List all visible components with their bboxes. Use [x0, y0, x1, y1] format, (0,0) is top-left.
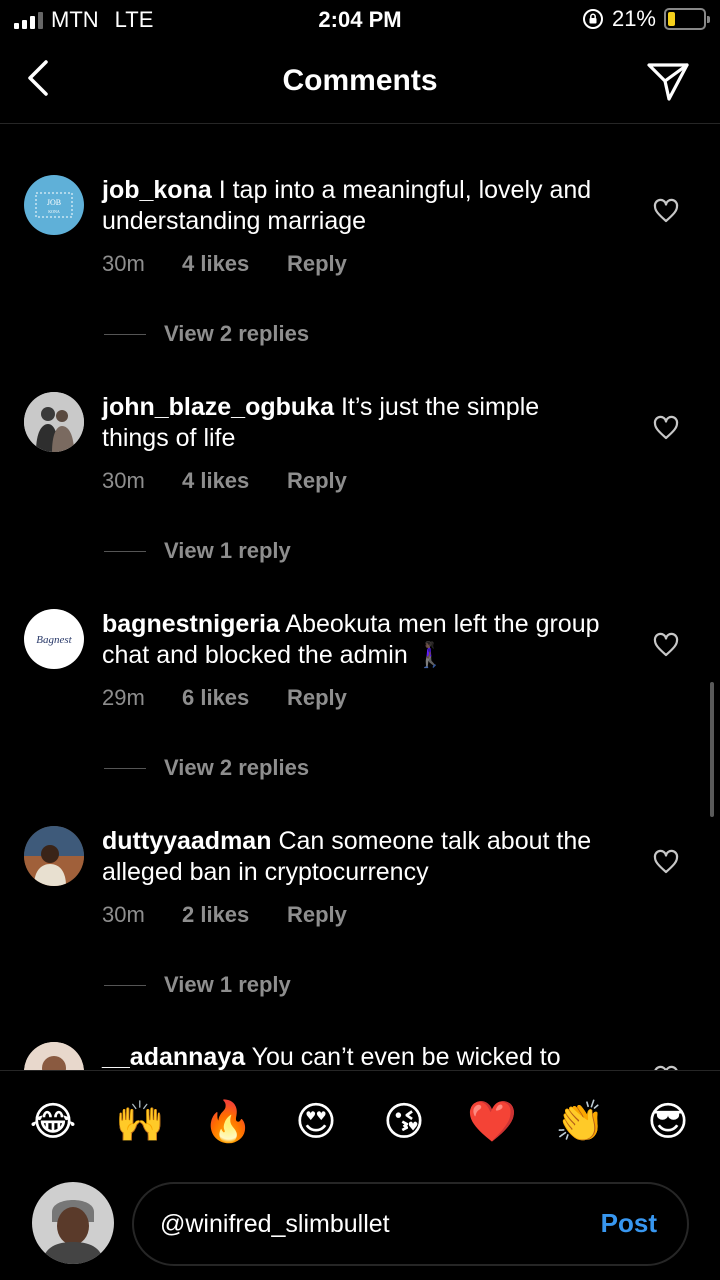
couple-photo — [24, 392, 84, 452]
profile-photo — [24, 1042, 84, 1070]
comment-meta: 29m 6 likes Reply — [102, 685, 347, 711]
profile-photo — [24, 826, 84, 886]
view-replies[interactable]: View 1 reply — [104, 538, 291, 564]
scrollbar[interactable] — [710, 682, 714, 817]
svg-text:KONA: KONA — [48, 209, 60, 214]
bagnest-logo: Bagnest — [36, 634, 72, 646]
comment-likes[interactable]: 2 likes — [182, 902, 287, 928]
comment-meta: 30m 2 likes Reply — [102, 902, 347, 928]
reply-button[interactable]: Reply — [287, 468, 347, 494]
comment-text: You can’t even be wicked to — [251, 1043, 561, 1070]
replies-divider — [104, 984, 146, 986]
replies-divider — [104, 767, 146, 769]
comment-item: __adannaya You can’t even be wicked to — [0, 1042, 720, 1070]
view-replies[interactable]: View 2 replies — [104, 755, 309, 781]
comment-username[interactable]: john_blaze_ogbuka — [102, 393, 334, 421]
emoji-button[interactable]: 😍 — [291, 1097, 341, 1147]
comment-time: 30m — [102, 251, 145, 276]
share-button[interactable] — [644, 56, 692, 104]
header: Comments — [0, 40, 720, 124]
battery-percent: 21% — [611, 6, 656, 31]
comment-item: Bagnest bagnestnigeria Abeokuta men left… — [0, 609, 720, 826]
comment-meta: 30m 4 likes Reply — [102, 251, 347, 277]
comment-likes[interactable]: 6 likes — [182, 685, 287, 711]
profile-photo — [32, 1182, 114, 1264]
paper-plane-icon — [647, 63, 689, 101]
comment-item: duttyyaadman Can someone talk about the … — [0, 826, 720, 1043]
status-bar: MTN LTE 2:04 PM 21% — [0, 0, 720, 40]
avatar[interactable]: Bagnest — [24, 609, 84, 669]
job-kona-logo: JOB KONA — [35, 192, 73, 218]
comment-likes[interactable]: 4 likes — [182, 468, 287, 494]
comment-username[interactable]: duttyyaadman — [102, 827, 271, 855]
like-heart-icon[interactable] — [652, 631, 680, 659]
view-replies-label: View 1 reply — [164, 538, 291, 563]
comment-time: 30m — [102, 902, 145, 927]
status-right: 21% — [582, 6, 710, 32]
avatar[interactable]: JOB KONA — [24, 175, 84, 235]
emoji-button[interactable]: 😘 — [379, 1097, 429, 1147]
comment-body: job_kona I tap into a meaningful, lovely… — [102, 175, 612, 237]
reply-button[interactable]: Reply — [287, 251, 347, 277]
emoji-bar: 😂 🙌 🔥 😍 😘 ❤️ 👏 😎 — [0, 1070, 720, 1174]
comment-body: __adannaya You can’t even be wicked to — [102, 1042, 612, 1070]
comment-item: john_blaze_ogbuka It’s just the simple t… — [0, 392, 720, 609]
view-replies-label: View 2 replies — [164, 321, 310, 346]
comment-likes[interactable]: 4 likes — [182, 251, 287, 277]
like-heart-icon[interactable] — [652, 197, 680, 225]
comment-item: JOB KONA job_kona I tap into a meaningfu… — [0, 175, 720, 392]
comment-username[interactable]: job_kona — [102, 176, 212, 204]
comment-input[interactable]: @winifred_slimbullet Post — [132, 1182, 689, 1266]
avatar[interactable] — [24, 826, 84, 886]
emoji-button[interactable]: ❤️ — [467, 1097, 517, 1147]
comment-meta: 30m 4 likes Reply — [102, 468, 347, 494]
battery-level — [668, 12, 676, 26]
emoji-button[interactable]: 🔥 — [203, 1097, 253, 1147]
reply-button[interactable]: Reply — [287, 902, 347, 928]
comment-body: john_blaze_ogbuka It’s just the simple t… — [102, 392, 612, 454]
comment-input-value[interactable]: @winifred_slimbullet — [160, 1210, 390, 1239]
my-avatar — [32, 1182, 114, 1264]
emoji-button[interactable]: 🙌 — [115, 1097, 165, 1147]
avatar[interactable] — [24, 392, 84, 452]
emoji-button[interactable]: 😎 — [643, 1097, 693, 1147]
comments-list[interactable]: JOB KONA job_kona I tap into a meaningfu… — [0, 124, 720, 1070]
emoji-button[interactable]: 👏 — [555, 1097, 605, 1147]
avatar[interactable] — [24, 1042, 84, 1070]
view-replies-label: View 2 replies — [164, 755, 310, 780]
svg-text:Bagnest: Bagnest — [36, 634, 72, 646]
replies-divider — [104, 333, 146, 335]
comment-composer: @winifred_slimbullet Post — [0, 1174, 720, 1280]
comment-username[interactable]: __adannaya — [102, 1043, 245, 1070]
reply-button[interactable]: Reply — [287, 685, 347, 711]
comment-body: duttyyaadman Can someone talk about the … — [102, 826, 612, 888]
emoji-button[interactable]: 😂 — [28, 1097, 78, 1147]
like-heart-icon[interactable] — [652, 414, 680, 442]
page-title: Comments — [282, 64, 438, 97]
post-button[interactable]: Post — [601, 1208, 657, 1239]
view-replies[interactable]: View 1 reply — [104, 972, 291, 998]
view-replies[interactable]: View 2 replies — [104, 321, 309, 347]
orientation-lock-icon — [582, 9, 603, 29]
replies-divider — [104, 550, 146, 552]
view-replies-label: View 1 reply — [164, 972, 291, 997]
like-heart-icon[interactable] — [652, 848, 680, 876]
svg-text:JOB: JOB — [47, 198, 61, 207]
comment-time: 30m — [102, 468, 145, 493]
comment-time: 29m — [102, 685, 145, 710]
battery-icon — [664, 8, 710, 30]
comment-body: bagnestnigeria Abeokuta men left the gro… — [102, 609, 612, 671]
comment-username[interactable]: bagnestnigeria — [102, 610, 280, 638]
